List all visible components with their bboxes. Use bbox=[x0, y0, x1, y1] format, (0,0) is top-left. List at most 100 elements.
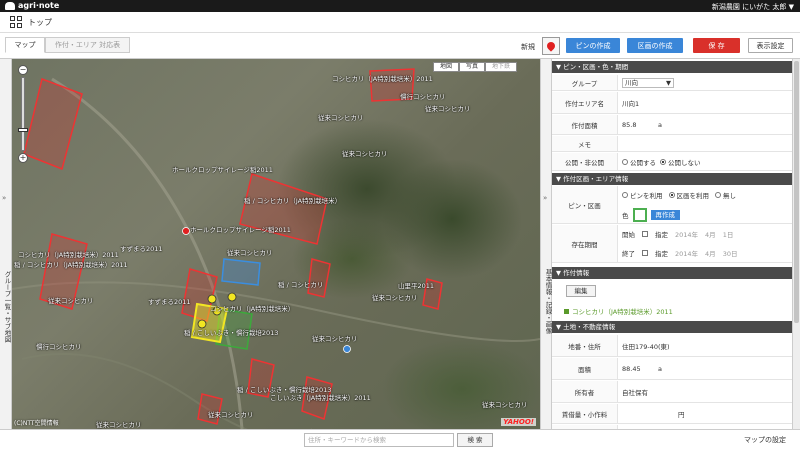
group-list-tab[interactable]: » グループ一覧・サブ地図 bbox=[0, 59, 12, 429]
map-view[interactable]: − + 地図 写真 地下鉄 コシヒカリ（JA特別栽培米）2011 慣行コシヒカリ… bbox=[12, 59, 540, 429]
land-size-field[interactable]: 88.45 bbox=[622, 365, 654, 373]
map-label: 稲 / コシヒカリ（JA特別栽培米） bbox=[244, 197, 342, 205]
map-label: 従来コシヒカリ bbox=[482, 401, 528, 409]
private-radio[interactable]: 公開しない bbox=[660, 157, 701, 167]
row-land-size: 面積 88.45 a bbox=[552, 358, 792, 380]
group-label: グループ bbox=[552, 75, 618, 90]
area-name-field[interactable]: 川向1 bbox=[622, 98, 639, 108]
expand-arrows-icon[interactable]: » bbox=[543, 194, 547, 202]
use-area-radio[interactable]: 区画を利用 bbox=[668, 190, 709, 200]
search-button[interactable]: 検 索 bbox=[457, 433, 493, 447]
end-specify-checkbox[interactable] bbox=[642, 250, 648, 256]
row-lot: 地番・住所 住田179-40(東) bbox=[552, 335, 792, 357]
map-label: 慣行コシヒカリ bbox=[400, 93, 446, 101]
start-year[interactable]: 2014年 bbox=[675, 229, 698, 239]
map-area[interactable] bbox=[307, 258, 331, 298]
map-area[interactable] bbox=[23, 77, 83, 171]
user-name: 新潟農園 にいがた 太郎 bbox=[711, 3, 787, 11]
map-label: 慣行コシヒカリ bbox=[36, 343, 82, 351]
zoom-in-button[interactable]: + bbox=[18, 153, 28, 163]
map-label: コシヒカリ（JA特別栽培米）2011 bbox=[18, 251, 119, 259]
tab-crop-area-table[interactable]: 作付・エリア 対応表 bbox=[45, 37, 130, 53]
map-label: こしいぶき（JA特別栽培米）2011 bbox=[270, 394, 371, 402]
zoom-slider-knob[interactable] bbox=[18, 128, 28, 132]
use-pin-radio[interactable]: ピンを利用 bbox=[622, 190, 663, 200]
zoom-control: − + bbox=[18, 65, 28, 165]
lot-field[interactable]: 住田179-40(東) bbox=[622, 341, 670, 351]
color-swatch[interactable] bbox=[632, 208, 647, 222]
map-label: すずまる2011 bbox=[148, 298, 191, 306]
edit-crop-button[interactable]: 編集 bbox=[566, 285, 596, 297]
start-day[interactable]: 1日 bbox=[723, 229, 734, 239]
pin-area-label: ピン・区画 bbox=[552, 186, 618, 223]
row-memo: メモ bbox=[552, 136, 792, 152]
panel-scrollbar[interactable] bbox=[792, 59, 800, 429]
end-year[interactable]: 2014年 bbox=[675, 248, 698, 258]
display-settings-button[interactable]: 表示設定 bbox=[748, 38, 793, 53]
area-size-label: 作付面積 bbox=[552, 115, 618, 134]
map-label: 従来コシヒカリ bbox=[48, 297, 94, 305]
map-label: 稲 / コシヒカリ bbox=[278, 281, 324, 289]
logo-icon bbox=[5, 1, 15, 10]
bottom-bar: 住所・キーワードから検索 検 索 マップの設定 bbox=[0, 429, 800, 450]
search-input[interactable]: 住所・キーワードから検索 bbox=[304, 433, 454, 447]
breadcrumb: トップ bbox=[10, 15, 52, 29]
owner-label: 所有者 bbox=[552, 381, 618, 402]
detail-panel: ▼ ピン・区画・色・期間 グループ 川向 ▼ 作付エリア名 川向1 作付面積 8… bbox=[552, 59, 792, 429]
public-radio[interactable]: 公開する bbox=[622, 157, 656, 167]
create-pin-button[interactable]: ピンの作成 bbox=[566, 38, 620, 53]
period-label: 存在期間 bbox=[552, 225, 618, 262]
zoom-out-button[interactable]: − bbox=[18, 65, 28, 75]
row-area-name: 作付エリア名 川向1 bbox=[552, 92, 792, 114]
app-logo[interactable]: agri·note bbox=[5, 1, 59, 10]
map-label: 従来コシヒカリ bbox=[96, 421, 142, 429]
map-label: 稲 / こしいぶき・慣行栽培2013 bbox=[184, 329, 279, 337]
end-day[interactable]: 30日 bbox=[723, 248, 738, 258]
map-label: コシヒカリ（JA特別栽培米）2011 bbox=[332, 75, 433, 83]
none-radio[interactable]: 無し bbox=[715, 190, 736, 200]
app-name: agri·note bbox=[18, 1, 60, 10]
row-rent: 賃借量・小作料 円 bbox=[552, 404, 792, 424]
row-pin-area: ピン・区画 ピンを利用 区画を利用 無し 色 再作成 bbox=[552, 186, 792, 224]
new-pin-button[interactable] bbox=[542, 37, 560, 55]
scrollbar-thumb[interactable] bbox=[794, 61, 799, 323]
expand-arrows-icon[interactable]: » bbox=[2, 194, 6, 202]
start-month[interactable]: 4月 bbox=[705, 229, 716, 239]
map-label: ホールクロップサイレージ稲2011 bbox=[172, 166, 273, 174]
map-label: ホールクロップサイレージ稲2011 bbox=[190, 226, 291, 234]
section-header-land-info[interactable]: ▼ 土地・不動産情報 bbox=[552, 321, 792, 333]
end-month[interactable]: 4月 bbox=[705, 248, 716, 258]
group-select[interactable]: 川向 ▼ bbox=[622, 77, 674, 88]
new-label: 新規 bbox=[521, 43, 535, 51]
owner-field[interactable]: 自社保有 bbox=[622, 387, 648, 397]
section-header-crop-info[interactable]: ▼ 作付情報 bbox=[552, 267, 792, 279]
basic-info-tab[interactable]: » 基本情報・記録・画像 bbox=[540, 59, 552, 429]
section-header-area-info[interactable]: ▼ 作付区画・エリア情報 bbox=[552, 173, 792, 185]
section-header-pin-area[interactable]: ▼ ピン・区画・色・期間 bbox=[552, 61, 792, 73]
crop-item[interactable]: コシヒカリ（JA特別栽培米）2011 bbox=[564, 306, 673, 316]
land-size-label: 面積 bbox=[552, 358, 618, 379]
map-type-switcher: 地図 写真 地下鉄 bbox=[433, 62, 518, 72]
reselect-button[interactable]: 再作成 bbox=[650, 210, 680, 220]
map-pin-icon bbox=[545, 40, 557, 52]
row-period: 存在期間 開始 指定 2014年 4月 1日 終了 指定 2014年 4月 30… bbox=[552, 225, 792, 263]
save-button[interactable]: 保 存 bbox=[693, 38, 740, 53]
map-type-map[interactable]: 地図 bbox=[433, 62, 460, 72]
grid-icon[interactable] bbox=[10, 16, 22, 28]
crop-color-icon bbox=[564, 308, 569, 314]
lot-label: 地番・住所 bbox=[552, 335, 618, 356]
map-settings-link[interactable]: マップの設定 bbox=[744, 435, 786, 445]
map-label: 山里平2011 bbox=[398, 282, 435, 290]
area-size-field[interactable]: 85.8 bbox=[622, 121, 654, 129]
map-provider-logo[interactable]: YAHOO! bbox=[501, 418, 536, 426]
map-label: 従来コシヒカリ bbox=[227, 249, 273, 257]
map-area-blue[interactable] bbox=[221, 258, 261, 286]
toolbar: マップ 作付・エリア 対応表 新規 ピンの作成 区画の作成 保 存 表示設定 bbox=[0, 35, 800, 57]
user-menu[interactable]: 新潟農園 にいがた 太郎 ▼ bbox=[712, 2, 794, 12]
map-type-photo[interactable]: 写真 bbox=[459, 62, 486, 72]
create-area-button[interactable]: 区画の作成 bbox=[627, 38, 683, 53]
map-type-subway[interactable]: 地下鉄 bbox=[485, 62, 518, 72]
tab-map[interactable]: マップ bbox=[5, 37, 45, 53]
zoom-slider[interactable] bbox=[18, 77, 28, 151]
start-specify-checkbox[interactable] bbox=[642, 231, 648, 237]
